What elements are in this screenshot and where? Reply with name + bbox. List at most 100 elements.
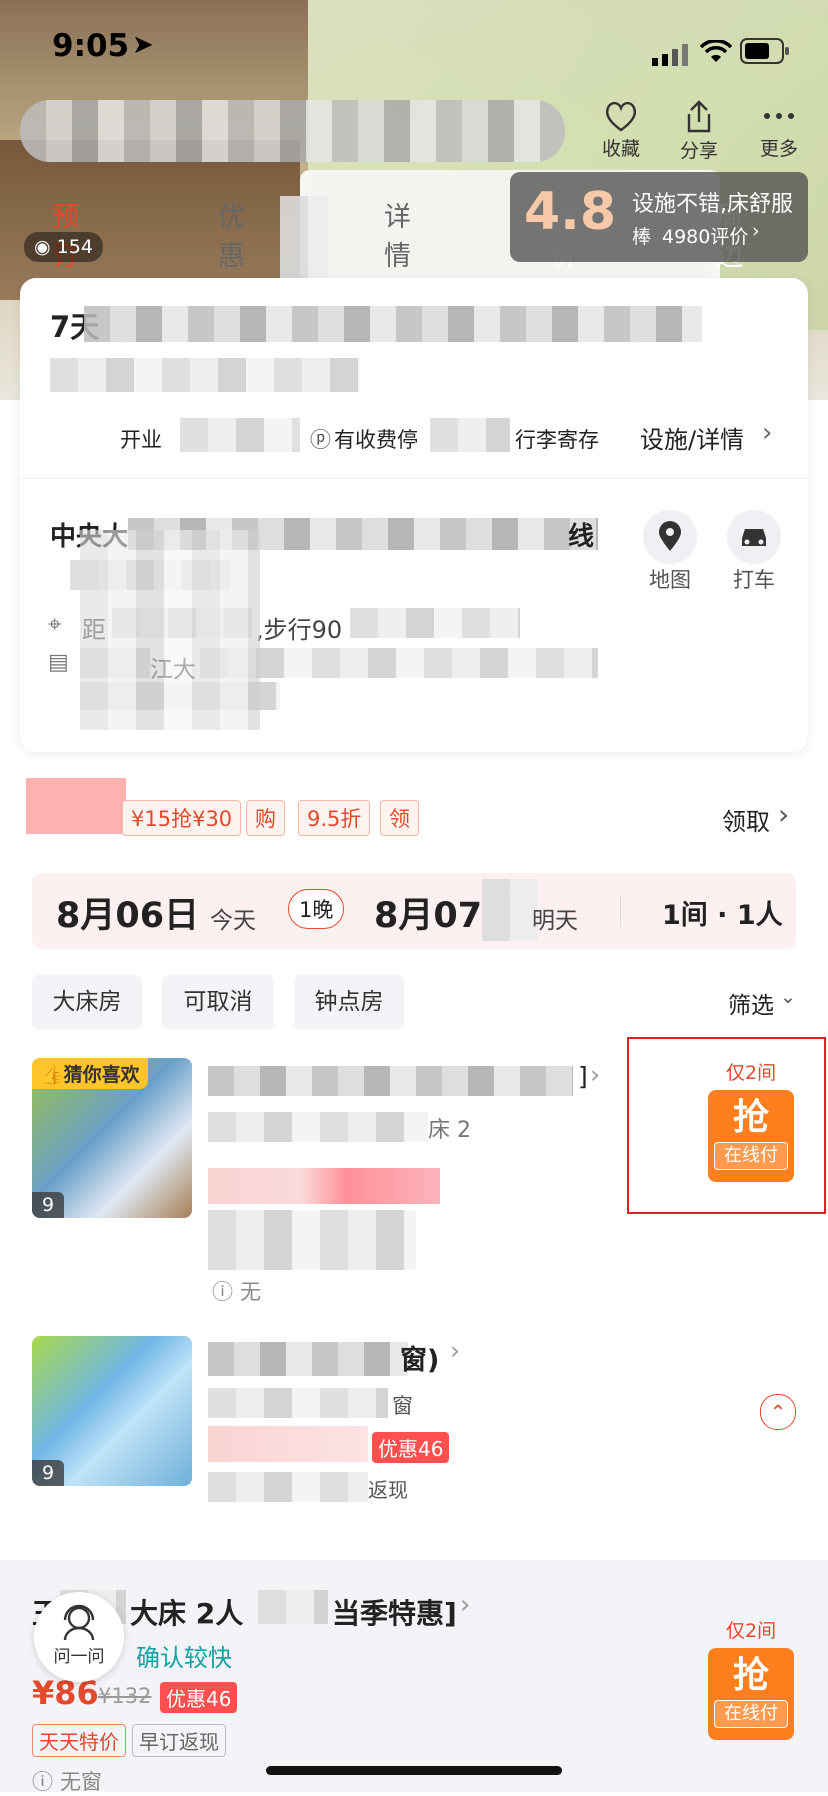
checkout-day: 明天 xyxy=(532,908,578,934)
room-window: 窗 xyxy=(392,1394,413,1418)
cashback-tag: 返现 xyxy=(368,1478,408,1502)
grab-button[interactable]: 抢 在线付 xyxy=(708,1090,794,1182)
date-selector[interactable]: 8月06日 今天 1晚 8月07 明天 1间 · 1人 xyxy=(32,873,796,949)
checkin-date: 8月06日 xyxy=(56,896,200,936)
rate-title-obscured-2 xyxy=(258,1590,328,1624)
customer-service-icon xyxy=(63,1604,95,1641)
image-count: 9 xyxy=(32,1192,65,1218)
coupon-discount[interactable]: 9.5折 xyxy=(298,800,371,836)
rating-score: 4.8 xyxy=(524,182,617,242)
rate-title-tail[interactable]: 当季特惠] xyxy=(332,1592,457,1632)
recommend-badge: 👍猜你喜欢 xyxy=(32,1058,148,1089)
claim-coupons-link[interactable]: 领取 xyxy=(722,802,770,837)
recommend-label: 猜你喜欢 xyxy=(63,1064,140,1086)
tab-offers[interactable]: 优惠 xyxy=(218,195,245,273)
photo-count: 154 xyxy=(56,236,93,258)
status-time: 9:05 xyxy=(52,28,130,64)
divider xyxy=(620,895,621,927)
obscured-blob xyxy=(80,530,260,730)
parking-icon: ⓟ xyxy=(310,428,331,452)
grab-button[interactable]: 抢 在线付 xyxy=(708,1648,794,1740)
walk-obscured xyxy=(350,608,520,638)
facility-parking: 有收费停 xyxy=(334,428,418,452)
room-rate-section: 王 大床 2人 当季特惠] › 确认较快 ¥86 ¥132 优惠46 天天特价 … xyxy=(0,1560,828,1794)
favorite-button[interactable]: 收藏 xyxy=(598,100,644,161)
hotel-subtitle-obscured xyxy=(50,358,360,392)
early-booking-tag: 早订返现 xyxy=(132,1724,226,1757)
chevron-right-icon: › xyxy=(450,1336,460,1365)
rating-comment: 设施不错,床舒服 xyxy=(632,192,793,217)
chevron-down-icon: ⌄ xyxy=(780,986,796,1008)
share-icon xyxy=(687,100,711,133)
coupon-discount-action[interactable]: 领 xyxy=(380,800,419,836)
rating-level: 棒 xyxy=(632,226,652,248)
ask-label: 问一问 xyxy=(53,1647,105,1667)
more-label: 更多 xyxy=(759,138,798,160)
pay-online-label: 在线付 xyxy=(714,1142,788,1170)
collapse-chevron-up-icon[interactable]: ⌃ xyxy=(760,1394,796,1430)
map-button[interactable]: 地图 xyxy=(638,510,702,594)
room-title-end[interactable]: ] xyxy=(578,1062,588,1091)
rooms-left: 仅2间 xyxy=(726,1062,777,1084)
taxi-button[interactable]: 打车 xyxy=(722,510,786,594)
filter-cancelable[interactable]: 可取消 xyxy=(162,975,274,1029)
room-tags-obscured xyxy=(208,1210,416,1270)
signal-icon xyxy=(652,38,690,74)
rate-title[interactable]: 大床 2人 xyxy=(130,1592,243,1632)
review-count: 4980评价 xyxy=(662,226,749,248)
ask-button[interactable]: 问一问 xyxy=(34,1592,124,1682)
filter-hourly[interactable]: 钟点房 xyxy=(294,975,404,1029)
address-icon: ▤ xyxy=(48,650,69,675)
facility-luggage: 行李寄存 xyxy=(515,428,599,452)
tab-details[interactable]: 详情 xyxy=(384,195,411,273)
coupon-grab-action[interactable]: 购 xyxy=(246,800,285,836)
room-image[interactable]: 9 xyxy=(32,1336,192,1486)
image-count: 9 xyxy=(32,1460,65,1486)
taxi-label: 打车 xyxy=(733,568,775,592)
checkout-date: 8月07 xyxy=(374,896,483,936)
more-button[interactable]: 更多 xyxy=(756,100,802,161)
car-icon xyxy=(727,510,781,564)
chevron-right-icon: › xyxy=(460,1590,471,1620)
share-label: 分享 xyxy=(679,140,718,162)
hotel-name-obscured xyxy=(20,100,565,162)
photo-count-badge[interactable]: ◉ 154 xyxy=(24,232,103,262)
grab-label: 抢 xyxy=(732,1655,769,1696)
chevron-right-icon: › xyxy=(778,798,790,831)
room-desc-obscured xyxy=(208,1388,388,1418)
room-tags-obscured xyxy=(208,1472,368,1502)
more-dots-icon xyxy=(764,113,794,119)
chevron-right-icon: › xyxy=(590,1060,600,1089)
share-button[interactable]: 分享 xyxy=(676,100,722,163)
grab-label: 抢 xyxy=(732,1097,769,1138)
location-arrow-icon: ➤ xyxy=(132,30,154,60)
room-image[interactable]: 👍猜你喜欢 9 xyxy=(32,1058,192,1218)
facility-obscured xyxy=(180,418,300,452)
filter-button[interactable]: 筛选 xyxy=(728,986,774,1020)
divider xyxy=(20,478,808,479)
daily-deal-tag: 天天特价 xyxy=(32,1724,126,1757)
filter-king-bed[interactable]: 大床房 xyxy=(32,975,142,1029)
room-title-end[interactable]: 窗) xyxy=(400,1338,439,1377)
discount-badge: 优惠46 xyxy=(372,1432,450,1463)
facilities-details-link[interactable]: 设施/详情 xyxy=(640,420,744,455)
favorite-label: 收藏 xyxy=(601,138,640,160)
coupon-obscured xyxy=(26,778,126,834)
camera-icon: ◉ xyxy=(34,236,51,258)
rate-discount-badge: 优惠46 xyxy=(160,1682,238,1713)
room-desc-obscured xyxy=(208,1112,428,1142)
rating-summary[interactable]: 4.8 设施不错,床舒服 棒 4980评价 › xyxy=(510,172,808,262)
checkin-day: 今天 xyxy=(210,908,256,934)
thumbs-up-icon: 👍 xyxy=(40,1064,64,1086)
room-policy: 无 xyxy=(240,1280,261,1304)
info-icon: ⓘ xyxy=(212,1280,233,1304)
rooms-guests[interactable]: 1间 · 1人 xyxy=(662,893,783,932)
price-obscured xyxy=(208,1168,440,1204)
coupon-grab[interactable]: ¥15抢¥30 xyxy=(122,800,242,836)
nights-badge: 1晚 xyxy=(288,889,345,929)
rate-original-price: ¥132 xyxy=(98,1684,152,1708)
chevron-right-icon: › xyxy=(752,220,760,242)
facility-opening: 开业 xyxy=(120,428,162,452)
location-title-end: 线 xyxy=(568,522,595,552)
walk-distance: ,步行90 xyxy=(256,616,343,644)
